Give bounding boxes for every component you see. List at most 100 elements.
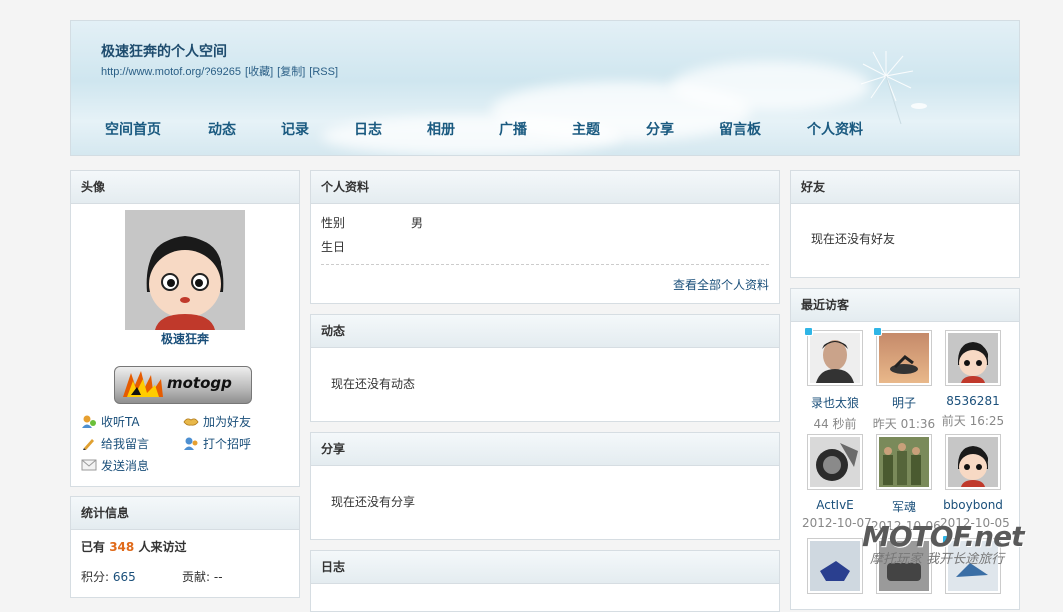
- visitor-name[interactable]: 8536281: [940, 394, 1006, 408]
- motogp-badge[interactable]: motogp: [114, 366, 252, 404]
- points-label: 积分:: [81, 570, 110, 584]
- points-value[interactable]: 665: [113, 570, 136, 584]
- visitor-card[interactable]: 军魂 2012-10-06: [871, 434, 941, 533]
- gender-value: 男: [411, 216, 424, 230]
- visitor-photo: [810, 437, 860, 487]
- nav-topics[interactable]: 主题: [572, 119, 600, 139]
- visitor-name[interactable]: 明子: [871, 394, 937, 411]
- visitor-card[interactable]: bboybond 2012-10-05: [940, 434, 1010, 530]
- nav-home[interactable]: 空间首页: [105, 119, 161, 139]
- view-full-profile-link[interactable]: 查看全部个人资料: [673, 276, 769, 293]
- follow-label: 收听TA: [101, 415, 140, 429]
- divider: [321, 264, 769, 265]
- add-friend-icon: [183, 418, 199, 426]
- site-watermark-slogan: 摩托玩家 我开长途旅行: [870, 552, 1005, 567]
- contrib-label: 贡献:: [182, 570, 211, 584]
- profile-panel-title: 个人资料: [311, 171, 779, 204]
- feed-panel: 动态 现在还没有动态: [310, 314, 780, 422]
- visits-line: 已有 348 人来访过: [81, 538, 186, 555]
- visitor-name[interactable]: ActIvE: [802, 498, 868, 512]
- visitor-avatar[interactable]: [807, 434, 863, 490]
- visitors-panel-title: 最近访客: [791, 289, 1019, 322]
- visitor-photo: [810, 333, 860, 383]
- visitor-time: 前天 16:25: [941, 414, 1005, 428]
- visitor-avatar[interactable]: [873, 327, 932, 386]
- flame-logo-icon: [123, 371, 163, 397]
- visits-prefix: 已有: [81, 540, 106, 554]
- send-message-action[interactable]: 发送消息: [81, 457, 149, 474]
- space-url[interactable]: http://www.motof.org/?69265: [101, 66, 241, 78]
- envelope-icon: [81, 459, 97, 471]
- stats-panel-title: 统计信息: [71, 497, 299, 530]
- share-empty-message: 现在还没有分享: [331, 495, 416, 509]
- profile-panel: 个人资料 性别 男 生日 查看全部个人资料: [310, 170, 780, 304]
- nav-feed[interactable]: 动态: [208, 119, 236, 139]
- visitor-name[interactable]: 军魂: [871, 498, 937, 515]
- leave-message-label: 给我留言: [101, 437, 150, 451]
- visits-count: 348: [109, 540, 135, 554]
- space-title[interactable]: 极速狂奔的个人空间: [101, 41, 227, 61]
- visits-suffix: 人来访过: [138, 540, 187, 554]
- visitor-avatar[interactable]: [876, 434, 932, 490]
- nav-blog[interactable]: 日志: [354, 119, 382, 139]
- friends-panel-title: 好友: [791, 171, 1019, 204]
- share-panel: 分享 现在还没有分享: [310, 432, 780, 540]
- rss-link[interactable]: [RSS]: [309, 66, 338, 78]
- nav-share[interactable]: 分享: [646, 119, 674, 139]
- online-indicator: [873, 327, 882, 336]
- avatar-username[interactable]: 极速狂奔: [71, 330, 299, 347]
- blog-panel: 日志: [310, 550, 780, 612]
- visitor-name[interactable]: 录也太狼: [802, 394, 868, 411]
- visitor-time: 44 秒前: [813, 417, 857, 431]
- follow-action[interactable]: 收听TA: [81, 413, 140, 430]
- nav-album[interactable]: 相册: [427, 119, 455, 139]
- visitor-avatar[interactable]: [945, 434, 1001, 490]
- copy-link[interactable]: [复制]: [277, 66, 305, 78]
- online-indicator: [804, 327, 813, 336]
- bookmark-link[interactable]: [收藏]: [245, 66, 273, 78]
- visitor-card[interactable]: [802, 538, 868, 594]
- visitor-photo: [948, 437, 998, 487]
- leave-message-action[interactable]: 给我留言: [81, 435, 149, 452]
- visitor-photo: [948, 333, 998, 383]
- nav-broadcast[interactable]: 广播: [499, 119, 527, 139]
- avatar[interactable]: [125, 210, 245, 330]
- visitor-card[interactable]: 明子 昨天 01:36: [871, 327, 937, 432]
- space-header: 极速狂奔的个人空间 http://www.motof.org/?69265 [收藏…: [70, 20, 1020, 156]
- contrib-value: --: [213, 570, 223, 584]
- greet-action[interactable]: 打个招呼: [183, 435, 251, 452]
- nav-profile[interactable]: 个人资料: [807, 119, 863, 139]
- visitor-card[interactable]: 录也太狼 44 秒前: [802, 327, 868, 432]
- nav-records[interactable]: 记录: [281, 119, 309, 139]
- visitor-card[interactable]: 8536281 前天 16:25: [940, 330, 1006, 429]
- add-friend-action[interactable]: 加为好友: [183, 413, 251, 430]
- nav-guestbook[interactable]: 留言板: [719, 119, 761, 139]
- visitor-time: 昨天 01:36: [872, 417, 936, 431]
- follow-icon: [82, 415, 96, 428]
- visitor-card[interactable]: ActIvE 2012-10-07: [802, 434, 872, 530]
- feed-panel-title: 动态: [311, 315, 779, 348]
- cartoon-avatar-image: [125, 210, 245, 330]
- space-url-line: http://www.motof.org/?69265 [收藏] [复制] [RSS]: [101, 63, 342, 79]
- share-panel-title: 分享: [311, 433, 779, 466]
- contrib-line: 贡献: --: [182, 568, 223, 585]
- visitor-name[interactable]: bboybond: [940, 498, 1006, 512]
- friends-panel: 好友 现在还没有好友: [790, 170, 1020, 278]
- visitor-avatar[interactable]: [807, 538, 863, 594]
- send-message-label: 发送消息: [101, 459, 150, 473]
- stats-panel: 统计信息 已有 348 人来访过 积分: 665 贡献: --: [70, 496, 300, 598]
- friends-empty-message: 现在还没有好友: [811, 232, 896, 246]
- avatar-panel-title: 头像: [71, 171, 299, 204]
- visitor-photo: [810, 541, 860, 591]
- visitor-photo: [879, 437, 929, 487]
- visitor-avatar[interactable]: [804, 327, 863, 386]
- motogp-badge-text: motogp: [167, 374, 232, 392]
- message-pen-icon: [83, 439, 94, 450]
- birthday-label: 生日: [321, 240, 346, 254]
- visitor-photo: [879, 333, 929, 383]
- dandelion-decoration: [860, 51, 927, 125]
- visitor-time: 2012-10-07: [802, 516, 872, 530]
- add-friend-label: 加为好友: [203, 415, 252, 429]
- visitor-avatar[interactable]: [945, 330, 1001, 386]
- blog-panel-title: 日志: [311, 551, 779, 584]
